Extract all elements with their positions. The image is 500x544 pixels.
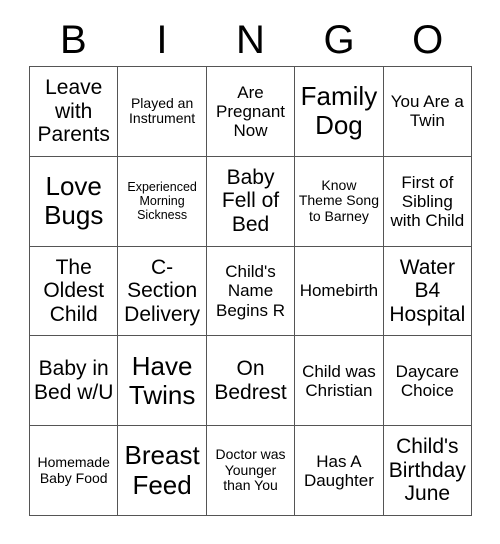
bingo-cell-g5[interactable]: Has A Daughter [295,426,384,516]
bingo-cell-text: Are Pregnant Now [216,82,286,140]
bingo-header-letter-g: G [323,18,355,62]
bingo-cell-text: Love Bugs [44,171,104,231]
bingo-cell-n1[interactable]: Are Pregnant Now [206,67,296,157]
bingo-cell-i1[interactable]: Played an Instrument [118,67,207,157]
bingo-cell-g3[interactable]: Homebirth [295,246,384,337]
bingo-grid: Leave with Parents Played an Instrument … [29,66,473,516]
bingo-cell-o3[interactable]: Water B4 Hospital [383,246,473,337]
bingo-row: Baby in Bed w/U Have Twins On Bedrest Ch… [30,336,473,427]
bingo-cell-o1[interactable]: You Are a Twin [383,67,473,157]
bingo-header-letter-n: N [236,18,265,62]
bingo-cell-n5[interactable]: Doctor was Younger than You [206,426,296,516]
bingo-cell-text: Homebirth [299,281,379,301]
bingo-cell-text: Baby Fell of Bed [221,165,280,236]
bingo-cell-i3[interactable]: C-Section Delivery [118,246,207,337]
bingo-cell-text: The Oldest Child [43,255,105,326]
bingo-header-letter-i: I [156,18,168,62]
bingo-cell-i4[interactable]: Have Twins [118,336,207,427]
bingo-cell-text: Child was Christian [302,361,376,400]
bingo-cell-i5[interactable]: Breast Feed [118,426,207,516]
bingo-cell-text: Water B4 Hospital [389,255,466,326]
bingo-cell-n2[interactable]: Baby Fell of Bed [206,156,296,247]
bingo-row: The Oldest Child C-Section Delivery Chil… [30,246,473,337]
bingo-cell-g4[interactable]: Child was Christian [295,336,384,427]
bingo-cell-i2[interactable]: Experienced Morning Sickness [118,156,207,247]
bingo-card: B I N G O Leave with Parents Played an I… [0,0,500,544]
bingo-row: Love Bugs Experienced Morning Sickness B… [30,156,473,247]
bingo-cell-n4[interactable]: On Bedrest [206,336,296,427]
bingo-cell-text: Have Twins [128,350,196,410]
bingo-cell-text: Has A Daughter [303,451,374,490]
bingo-cell-text: Daycare Choice [395,361,459,400]
bingo-cell-text: Know Theme Song to Barney [298,176,379,225]
bingo-row: Leave with Parents Played an Instrument … [30,67,473,157]
bingo-cell-text: Child's Birthday June [388,435,466,506]
bingo-cell-text: Baby in Bed w/U [34,357,114,404]
bingo-cell-text: First of Sibling with Child [390,172,465,230]
bingo-cell-b2[interactable]: Love Bugs [30,156,119,247]
bingo-cell-text: Doctor was Younger than You [215,446,286,494]
bingo-header-letter-o: O [412,18,444,62]
bingo-cell-text: Child's Name Begins R [216,262,285,320]
bingo-cell-b1[interactable]: Leave with Parents [30,67,119,157]
bingo-cell-text: Breast Feed [124,440,200,500]
bingo-cell-g2[interactable]: Know Theme Song to Barney [295,156,384,247]
bingo-cell-o4[interactable]: Daycare Choice [383,336,473,427]
bingo-cell-text: On Bedrest [214,357,287,404]
bingo-cell-b4[interactable]: Baby in Bed w/U [30,336,119,427]
bingo-cell-n3[interactable]: Child's Name Begins R [206,246,296,337]
bingo-row: Homemade Baby Food Breast Feed Doctor wa… [30,426,473,516]
bingo-cell-o5[interactable]: Child's Birthday June [383,426,473,516]
bingo-cell-text: Played an Instrument [129,94,196,127]
bingo-cell-text: Experienced Morning Sickness [127,180,197,223]
bingo-cell-b3[interactable]: The Oldest Child [30,246,119,337]
bingo-cell-text: Family Dog [300,81,378,141]
bingo-cell-text: You Are a Twin [390,92,464,131]
bingo-cell-g1[interactable]: Family Dog [295,67,384,157]
bingo-cell-text: Homemade Baby Food [37,453,110,486]
bingo-cell-text: Leave with Parents [37,76,110,147]
bingo-cell-o2[interactable]: First of Sibling with Child [383,156,473,247]
bingo-cell-b5[interactable]: Homemade Baby Food [30,426,119,516]
bingo-header: B I N G O [29,14,472,66]
bingo-header-letter-b: B [59,18,87,62]
bingo-cell-text: C-Section Delivery [124,255,201,326]
